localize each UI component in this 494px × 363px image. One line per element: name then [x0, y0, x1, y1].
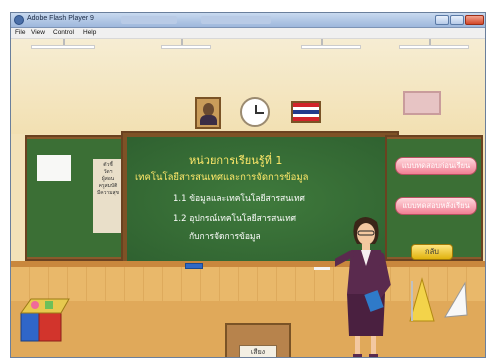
menu-help[interactable]: Help	[83, 29, 96, 36]
board-paper	[37, 155, 71, 181]
eraser-icon	[185, 263, 203, 269]
toy-chest-icon	[20, 298, 70, 342]
back-button[interactable]: กลับ	[411, 244, 453, 260]
board-note: ตัวชี้ วัดฯ ผู้สอน ครูสมบัติ มีความสุข	[93, 159, 123, 233]
ceiling-light	[161, 45, 211, 49]
minimize-button[interactable]	[435, 15, 449, 25]
note-line: ครูสมบัติ	[98, 183, 118, 189]
title-bar-blur	[121, 16, 177, 24]
title-bar-blur	[201, 16, 271, 24]
maximize-button[interactable]	[450, 15, 464, 25]
lesson-subtitle: เทคโนโลยีสารสนเทศและการจัดการข้อมูล	[135, 172, 309, 183]
paper-fan-icon	[444, 281, 468, 318]
portrait-picture	[195, 97, 221, 129]
menu-control[interactable]: Control	[53, 29, 74, 36]
menu-view[interactable]: View	[31, 29, 45, 36]
chalk-icon	[314, 267, 330, 270]
wall-picture-frame	[403, 91, 441, 115]
flash-stage: ตัวชี้ วัดฯ ผู้สอน ครูสมบัติ มีความสุข ห…	[11, 39, 485, 357]
teacher-illustration	[335, 217, 391, 357]
clock-icon	[240, 97, 270, 127]
topic-1-2-cont[interactable]: กับการจัดการข้อมูล	[189, 229, 261, 243]
topic-1-2[interactable]: 1.2 อุปกรณ์เทคโนโลยีสารสนเทศ	[173, 211, 296, 225]
triangle-ruler-icon	[409, 277, 435, 322]
menu-bar: File View Control Help	[11, 28, 485, 39]
thai-flag-icon	[291, 101, 321, 123]
flash-player-window: Adobe Flash Player 9 File View Control H…	[10, 12, 486, 358]
ceiling-light	[399, 45, 469, 49]
note-line: ผู้สอน	[101, 176, 115, 182]
posttest-button[interactable]: แบบทดสอบหลังเรียน	[395, 197, 477, 215]
ceiling-light	[301, 45, 361, 49]
window-title: Adobe Flash Player 9	[27, 15, 94, 22]
menu-file[interactable]: File	[15, 29, 25, 36]
close-button[interactable]	[465, 15, 484, 25]
topic-1-1[interactable]: 1.1 ข้อมูลและเทคโนโลยีสารสนเทศ	[173, 191, 305, 205]
lesson-title: หน่วยการเรียนรู้ที่ 1	[189, 154, 283, 167]
ceiling-light	[31, 45, 95, 49]
sound-button[interactable]: เสียง	[239, 345, 277, 357]
note-line: มีความสุข	[96, 190, 120, 196]
note-line: ตัวชี้	[103, 162, 113, 168]
note-line: วัดฯ	[103, 169, 113, 175]
flash-player-icon	[14, 15, 24, 25]
title-bar[interactable]: Adobe Flash Player 9	[11, 13, 485, 28]
pretest-button[interactable]: แบบทดสอบก่อนเรียน	[395, 157, 477, 175]
